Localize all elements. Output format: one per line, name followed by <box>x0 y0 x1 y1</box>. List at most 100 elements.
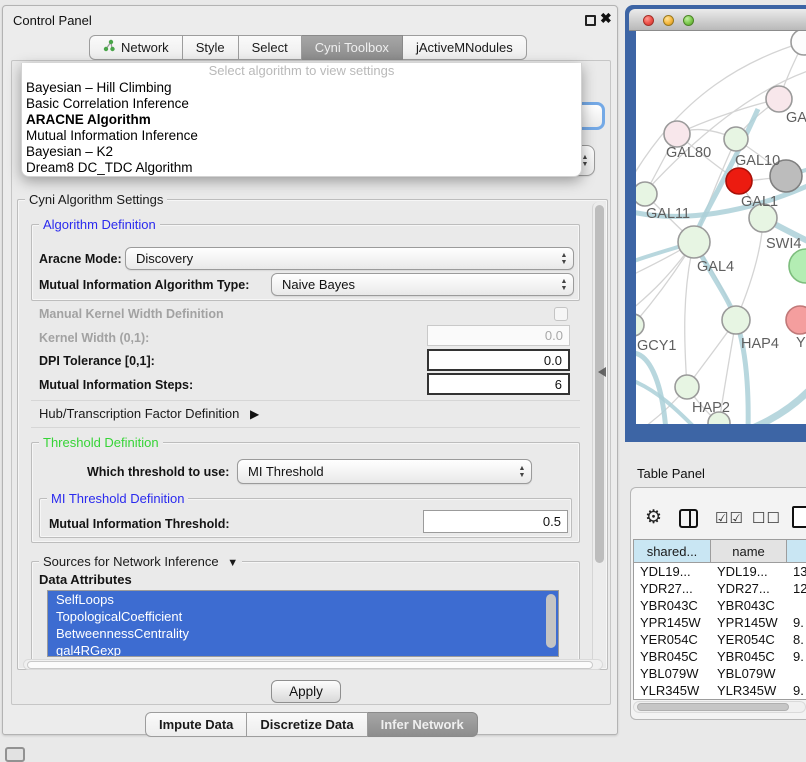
network-node[interactable] <box>766 86 792 112</box>
network-node[interactable] <box>678 226 710 258</box>
mi-steps-input[interactable] <box>427 373 570 395</box>
which-threshold-select[interactable]: MI Threshold ▲▼ <box>237 459 532 484</box>
tab-discretize-data[interactable]: Discretize Data <box>247 712 367 737</box>
node-table[interactable]: shared... name YDL19...YDL19...13YDR27..… <box>633 539 806 700</box>
network-node[interactable] <box>664 121 690 147</box>
table-cell[interactable]: 12 <box>787 580 806 597</box>
algorithm-option[interactable]: Bayesian – K2 <box>22 144 581 160</box>
deselect-all-columns-icon[interactable]: ☐☐ <box>752 509 781 527</box>
table-cell[interactable]: 9. <box>787 614 806 631</box>
manual-kernel-checkbox[interactable] <box>554 307 568 321</box>
minimized-panel-icon[interactable] <box>5 747 25 762</box>
data-attribute-item[interactable]: TopologicalCoefficient <box>48 608 558 625</box>
table-cell[interactable]: YPR145W <box>634 614 711 631</box>
table-row[interactable]: YIL052CYIL052C9 <box>634 699 806 700</box>
minimize-button[interactable] <box>663 15 674 26</box>
network-node[interactable] <box>789 249 806 283</box>
table-row[interactable]: YDR27...YDR27...12 <box>634 580 806 597</box>
table-cell[interactable]: 13 <box>787 563 806 580</box>
network-node[interactable] <box>726 168 752 194</box>
table-cell[interactable]: YBR043C <box>634 597 711 614</box>
network-node[interactable] <box>636 314 644 336</box>
data-attribute-item[interactable]: gal4RGexp <box>48 642 558 657</box>
attributes-scrollbar-thumb[interactable] <box>546 594 556 648</box>
table-cell[interactable]: YBL079W <box>711 665 787 682</box>
tab-jactivemnodules[interactable]: jActiveMNodules <box>403 35 527 60</box>
settings-scrollbar[interactable] <box>592 202 606 666</box>
close-button[interactable] <box>643 15 654 26</box>
table-row[interactable]: YPR145WYPR145W9. <box>634 614 806 631</box>
algorithm-option[interactable]: Basic Correlation Inference <box>22 96 581 112</box>
column-header-shared-name[interactable]: shared... <box>634 540 711 562</box>
table-row[interactable]: YER054CYER054C8. <box>634 631 806 648</box>
apply-button[interactable]: Apply <box>271 680 341 703</box>
network-node[interactable] <box>791 31 806 55</box>
mi-algorithm-type-select[interactable]: Naive Bayes ▲▼ <box>271 273 574 296</box>
settings-scrollbar-thumb[interactable] <box>595 205 604 563</box>
network-node[interactable] <box>722 306 750 334</box>
table-cell[interactable]: YBL079W <box>634 665 711 682</box>
table-cell[interactable]: YDR27... <box>711 580 787 597</box>
table-cell[interactable]: YLR345W <box>711 682 787 699</box>
data-attribute-item[interactable]: SelfLoops <box>48 591 558 608</box>
network-node[interactable] <box>636 182 657 206</box>
table-cell[interactable]: YER054C <box>634 631 711 648</box>
select-all-columns-icon[interactable]: ☑☑ <box>715 509 744 527</box>
network-node[interactable] <box>786 306 806 334</box>
tab-style[interactable]: Style <box>183 35 239 60</box>
close-icon[interactable]: ✖ <box>600 10 612 27</box>
tab-network[interactable]: Network <box>89 35 183 60</box>
algorithm-option[interactable]: Bayesian – Hill Climbing <box>22 80 581 96</box>
hub-expander[interactable]: Hub/Transcription Factor Definition ▶ <box>39 406 259 421</box>
table-cell[interactable]: YLR345W <box>634 682 711 699</box>
algorithm-option[interactable]: Mutual Information Inference <box>22 128 581 144</box>
network-node[interactable] <box>724 127 748 151</box>
split-columns-icon[interactable] <box>679 509 698 528</box>
table-row[interactable]: YBR045CYBR045C9. <box>634 648 806 665</box>
dpi-tolerance-input[interactable] <box>427 349 570 371</box>
table-cell[interactable]: 9 <box>787 699 806 700</box>
table-cell[interactable]: YER054C <box>711 631 787 648</box>
table-row[interactable]: YBL079WYBL079W <box>634 665 806 682</box>
table-cell[interactable] <box>787 597 806 614</box>
float-window-icon[interactable] <box>585 15 596 26</box>
export-table-icon[interactable] <box>792 506 806 528</box>
table-cell[interactable]: YBR045C <box>711 648 787 665</box>
zoom-button[interactable] <box>683 15 694 26</box>
column-header-name[interactable]: name <box>711 540 787 562</box>
table-row[interactable]: YLR345WYLR345W9. <box>634 682 806 699</box>
algorithm-option[interactable]: Dream8 DC_TDC Algorithm <box>22 160 581 176</box>
aracne-mode-select[interactable]: Discovery ▲▼ <box>125 247 574 270</box>
settings-hscrollbar-thumb[interactable] <box>27 661 593 669</box>
tab-cyni-toolbox[interactable]: Cyni Toolbox <box>302 35 403 60</box>
tab-select[interactable]: Select <box>239 35 302 60</box>
data-attributes-list[interactable]: SelfLoopsTopologicalCoefficientBetweenne… <box>47 590 559 657</box>
table-cell[interactable]: YIL052C <box>711 699 787 700</box>
table-cell[interactable] <box>787 665 806 682</box>
table-cell[interactable]: 9. <box>787 648 806 665</box>
column-header-partial[interactable] <box>787 540 806 562</box>
table-cell[interactable]: YDR27... <box>634 580 711 597</box>
table-row[interactable]: YDL19...YDL19...13 <box>634 563 806 580</box>
table-cell[interactable]: YIL052C <box>634 699 711 700</box>
table-cell[interactable]: YDL19... <box>634 563 711 580</box>
table-row[interactable]: YBR043CYBR043C <box>634 597 806 614</box>
table-hscrollbar-thumb[interactable] <box>637 703 789 711</box>
kernel-width-input[interactable] <box>427 325 570 346</box>
sources-group-title[interactable]: Sources for Network Inference ▼ <box>39 554 242 569</box>
table-cell[interactable]: YBR043C <box>711 597 787 614</box>
network-canvas[interactable]: GALGAL80GAL10GAL1GAL11SWI4GAL4GCY1HAP4YH… <box>636 31 806 424</box>
tab-infer-network[interactable]: Infer Network <box>368 712 478 737</box>
table-hscrollbar[interactable] <box>633 701 806 713</box>
table-cell[interactable]: 8. <box>787 631 806 648</box>
tab-impute-data[interactable]: Impute Data <box>145 712 247 737</box>
network-window-titlebar[interactable] <box>629 9 806 31</box>
table-settings-gear-icon[interactable]: ⚙ <box>645 506 662 529</box>
table-cell[interactable]: YBR045C <box>634 648 711 665</box>
settings-hscrollbar[interactable] <box>23 659 603 670</box>
table-cell[interactable]: YDL19... <box>711 563 787 580</box>
algorithm-option[interactable]: ARACNE Algorithm <box>22 112 581 128</box>
table-cell[interactable]: YPR145W <box>711 614 787 631</box>
mi-threshold-input[interactable] <box>423 510 568 533</box>
data-attribute-item[interactable]: BetweennessCentrality <box>48 625 558 642</box>
